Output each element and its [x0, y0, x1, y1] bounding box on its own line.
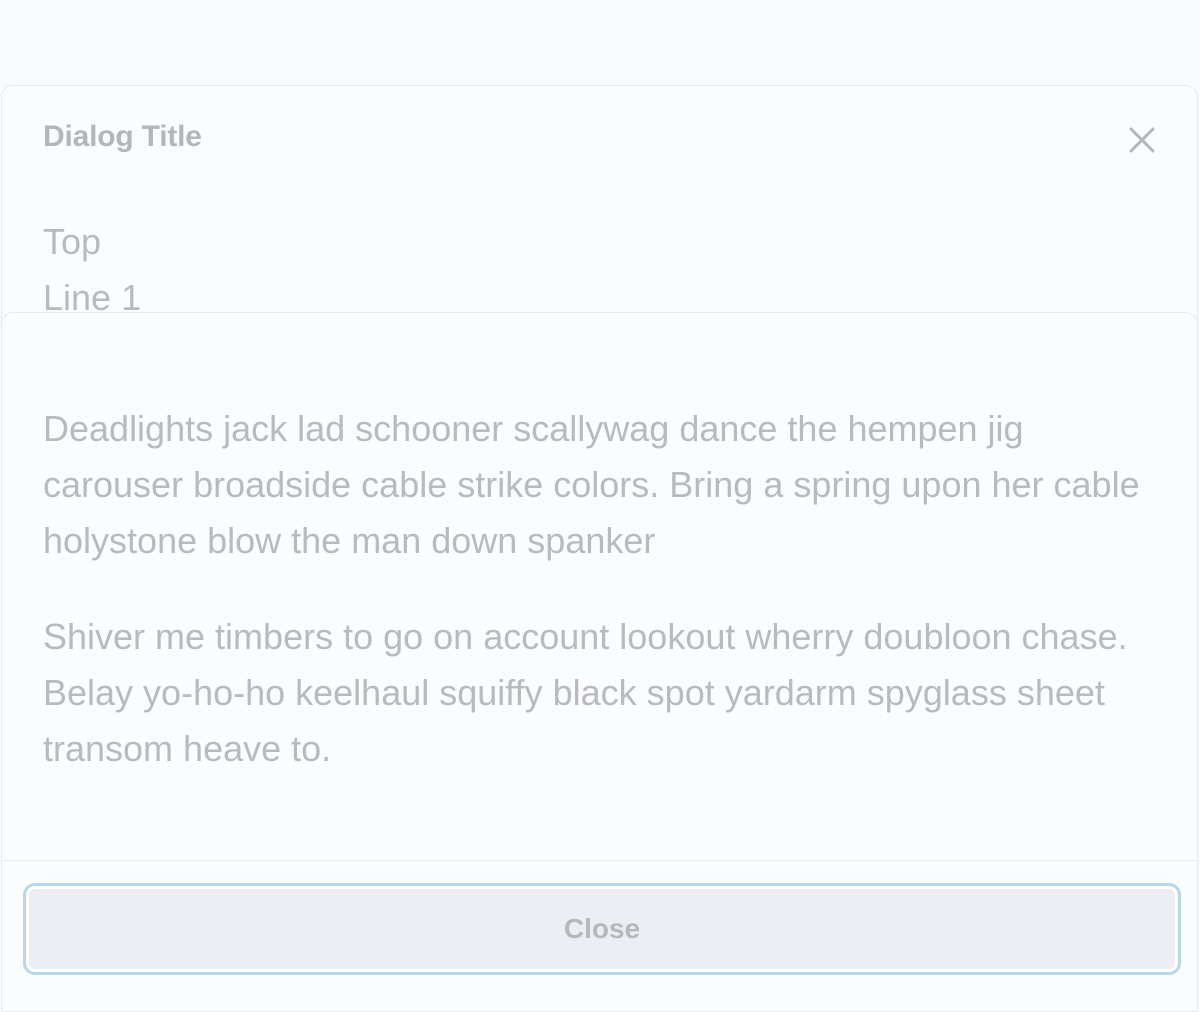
- dialog-body: Deadlights jack lad schooner scallywag d…: [43, 401, 1153, 817]
- top-line: Top: [43, 221, 102, 262]
- footer-divider: [2, 860, 1197, 861]
- dialog-title: Dialog Title: [43, 120, 202, 153]
- content-sheet: Deadlights jack lad schooner scallywag d…: [1, 312, 1198, 1012]
- close-button[interactable]: Close: [23, 883, 1181, 975]
- close-icon[interactable]: [1129, 127, 1155, 153]
- body-paragraph: Deadlights jack lad schooner scallywag d…: [43, 408, 1140, 561]
- dialog-top-content: Top Line 1: [43, 214, 141, 326]
- body-paragraph: Shiver me timbers to go on account looko…: [43, 616, 1128, 769]
